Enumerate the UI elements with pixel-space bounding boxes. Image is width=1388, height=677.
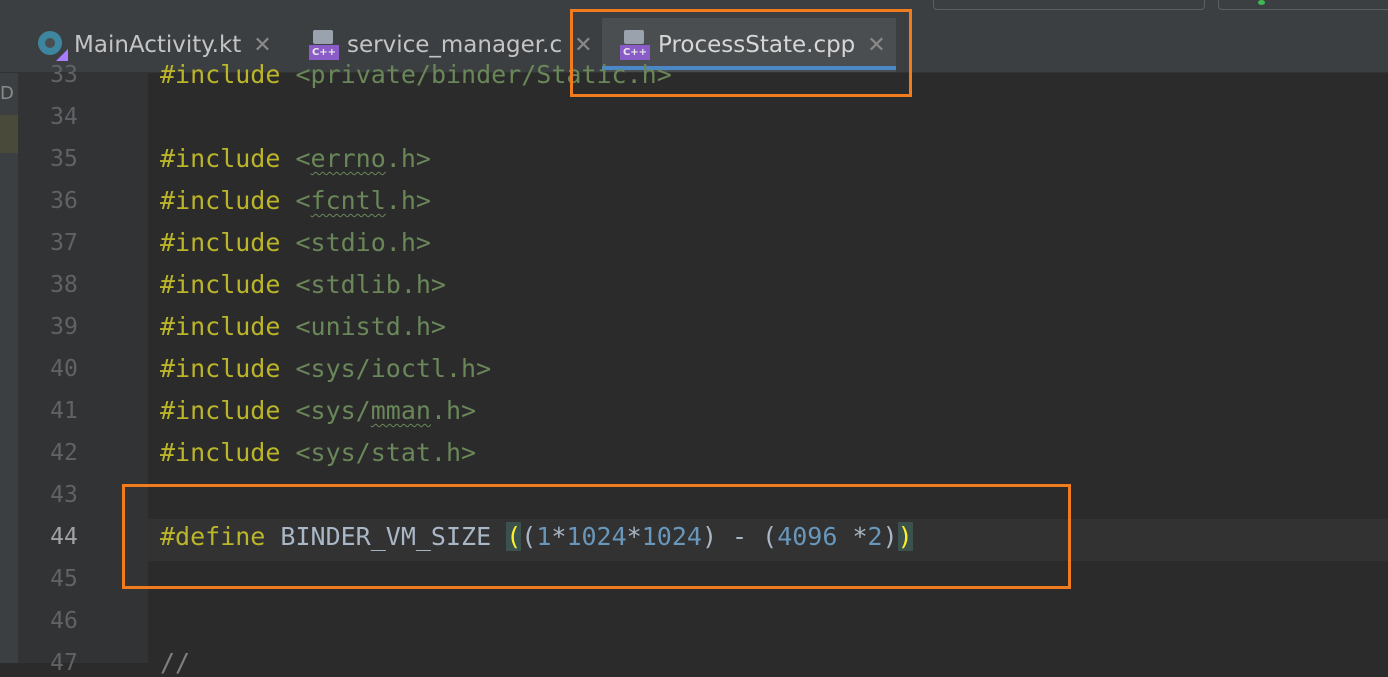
code-line-38[interactable]: #include <stdlib.h> (160, 270, 446, 299)
code-line-41[interactable]: #include <sys/mman.h> (160, 396, 476, 425)
close-icon[interactable]: ✕ (253, 33, 271, 58)
line-number: 46 (50, 608, 78, 634)
line-number: 39 (50, 314, 78, 340)
annotation-box-tab (570, 9, 912, 97)
line-number: 34 (50, 104, 78, 130)
line-number: 47 (50, 650, 78, 676)
line-number: 45 (50, 566, 78, 592)
line-number: 36 (50, 188, 78, 214)
line-number: 41 (50, 398, 78, 424)
tab-label: service_manager.c (347, 32, 563, 58)
annotation-box-define (122, 484, 1071, 589)
line-number: 43 (50, 482, 78, 508)
code-line-35[interactable]: #include <errno.h> (160, 144, 431, 173)
code-line-37[interactable]: #include <stdio.h> (160, 228, 431, 257)
line-number: 42 (50, 440, 78, 466)
toolbar-field[interactable] (933, 0, 1205, 10)
line-number: 40 (50, 356, 78, 382)
line-number: 35 (50, 146, 78, 172)
line-number: 33 (50, 62, 78, 88)
gutter-letter: D (0, 83, 14, 104)
line-number: 37 (50, 230, 78, 256)
status-dot-icon (1258, 0, 1265, 5)
gutter-marker (0, 115, 18, 153)
code-line-40[interactable]: #include <sys/ioctl.h> (160, 354, 491, 383)
code-line-42[interactable]: #include <sys/stat.h> (160, 438, 476, 467)
code-line-36[interactable]: #include <fcntl.h> (160, 186, 431, 215)
code-line-39[interactable]: #include <unistd.h> (160, 312, 446, 341)
tab-label: MainActivity.kt (74, 32, 242, 58)
cpp-file-icon: C++ (309, 30, 339, 60)
line-number-current: 44 (50, 524, 78, 550)
line-number: 38 (50, 272, 78, 298)
left-tool-strip: D (0, 73, 18, 663)
kotlin-file-icon (38, 31, 68, 61)
toolbar-field[interactable] (1218, 0, 1388, 10)
